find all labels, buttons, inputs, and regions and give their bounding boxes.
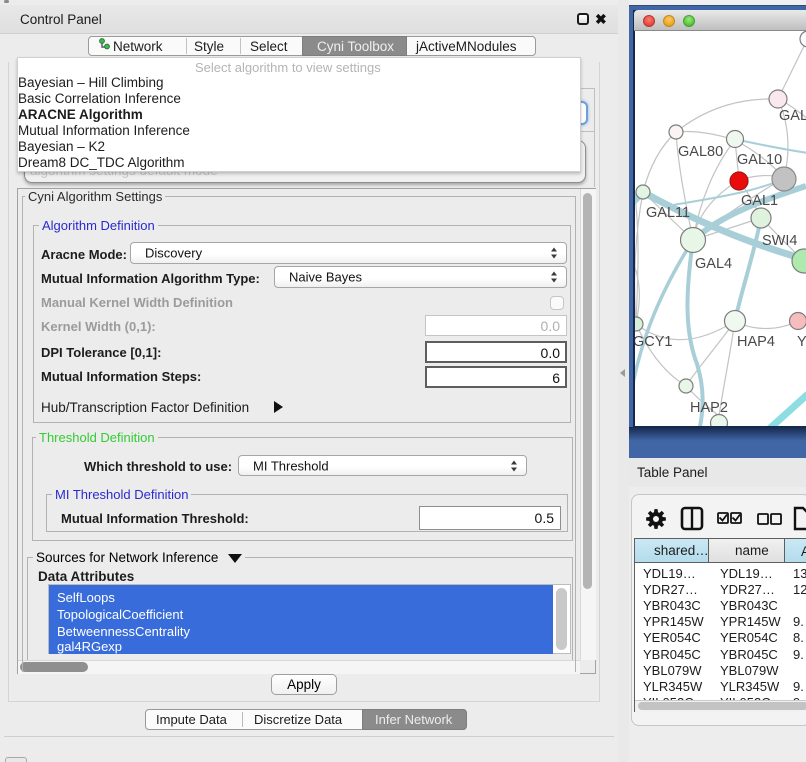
- svg-text:GAL11: GAL11: [646, 205, 690, 221]
- svg-text:GAL1: GAL1: [741, 193, 778, 209]
- svg-text:HAP4: HAP4: [737, 334, 775, 350]
- svg-text:GAL4: GAL4: [695, 256, 732, 272]
- svg-text:GCY1: GCY1: [635, 334, 673, 350]
- svg-text:GAL10: GAL10: [737, 152, 782, 168]
- svg-text:SWI4: SWI4: [762, 233, 797, 249]
- svg-text:GAL80: GAL80: [678, 144, 723, 160]
- svg-text:Y: Y: [797, 334, 806, 350]
- svg-text:GAL7: GAL7: [779, 108, 806, 124]
- svg-text:HAP2: HAP2: [690, 400, 728, 416]
